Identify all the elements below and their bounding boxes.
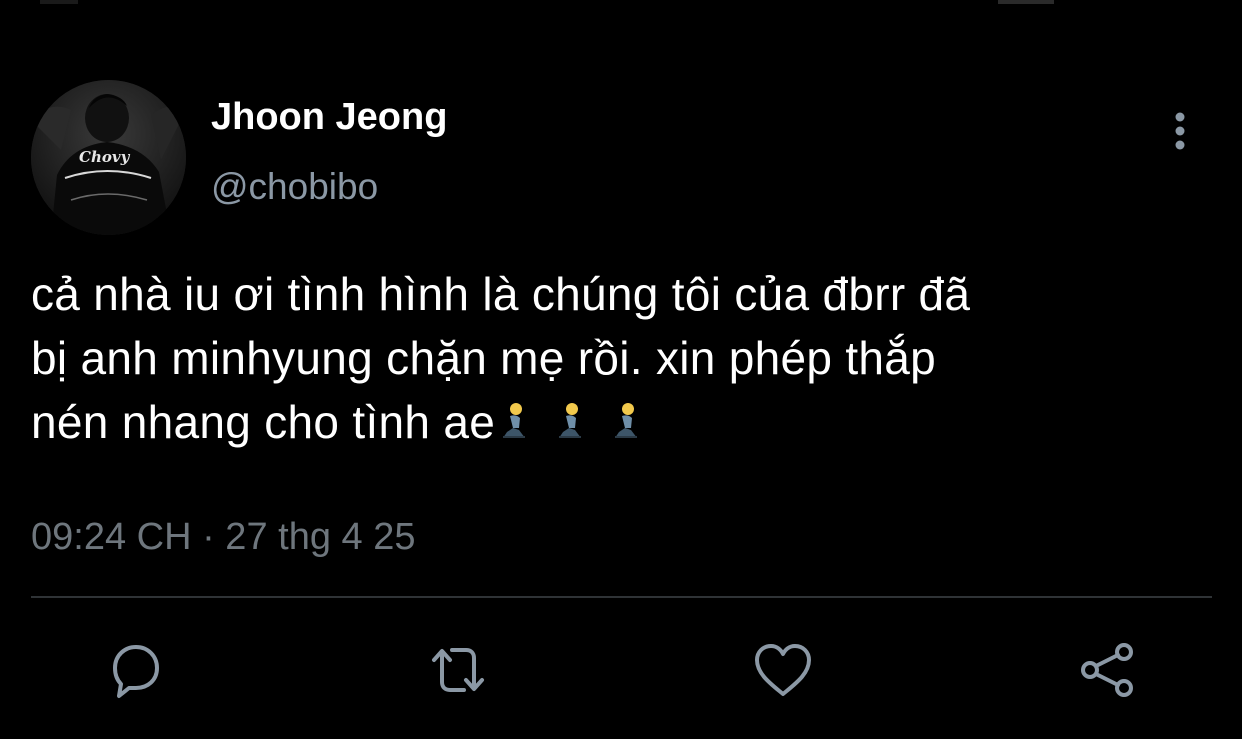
like-button[interactable] (751, 638, 815, 702)
heart-icon (755, 644, 811, 696)
avatar[interactable]: Chovy (31, 80, 186, 235)
more-options-button[interactable] (1163, 110, 1197, 152)
divider (31, 596, 1212, 598)
tweet-timestamp[interactable]: 09:24 CH · 27 thg 4 25 (31, 512, 415, 562)
tweet-text-line-content: nén nhang cho tình ae (31, 396, 496, 448)
share-button[interactable] (1076, 638, 1140, 702)
tweet-text-line: cả nhà iu ơi tình hình là chúng tôi của … (31, 268, 971, 320)
emoji-group (499, 392, 667, 456)
kneeling-person-emoji-icon (503, 403, 526, 438)
avatar-jacket-text: Chovy (79, 148, 131, 166)
status-bar-remnant (998, 0, 1054, 4)
author-handle[interactable]: @chobibo (211, 162, 378, 212)
kneeling-person-emoji-icon (559, 403, 582, 438)
share-icon (1081, 643, 1133, 697)
kneeling-person-emoji-icon (615, 403, 638, 438)
tweet-text-line: nén nhang cho tình ae (31, 390, 1221, 454)
vertical-dots-icon (1175, 112, 1185, 150)
user-avatar-photo-icon: Chovy (31, 80, 186, 235)
author-display-name[interactable]: Jhoon Jeong (211, 92, 447, 142)
tweet-text-line: bị anh minhyung chặn mẹ rồi. xin phép th… (31, 332, 937, 384)
status-bar-remnant (40, 0, 78, 4)
retweet-button[interactable] (426, 638, 490, 702)
reply-button[interactable] (103, 638, 167, 702)
tweet-text: cả nhà iu ơi tình hình là chúng tôi của … (31, 262, 1221, 454)
comment-icon (113, 645, 159, 698)
retweet-icon (432, 648, 484, 692)
